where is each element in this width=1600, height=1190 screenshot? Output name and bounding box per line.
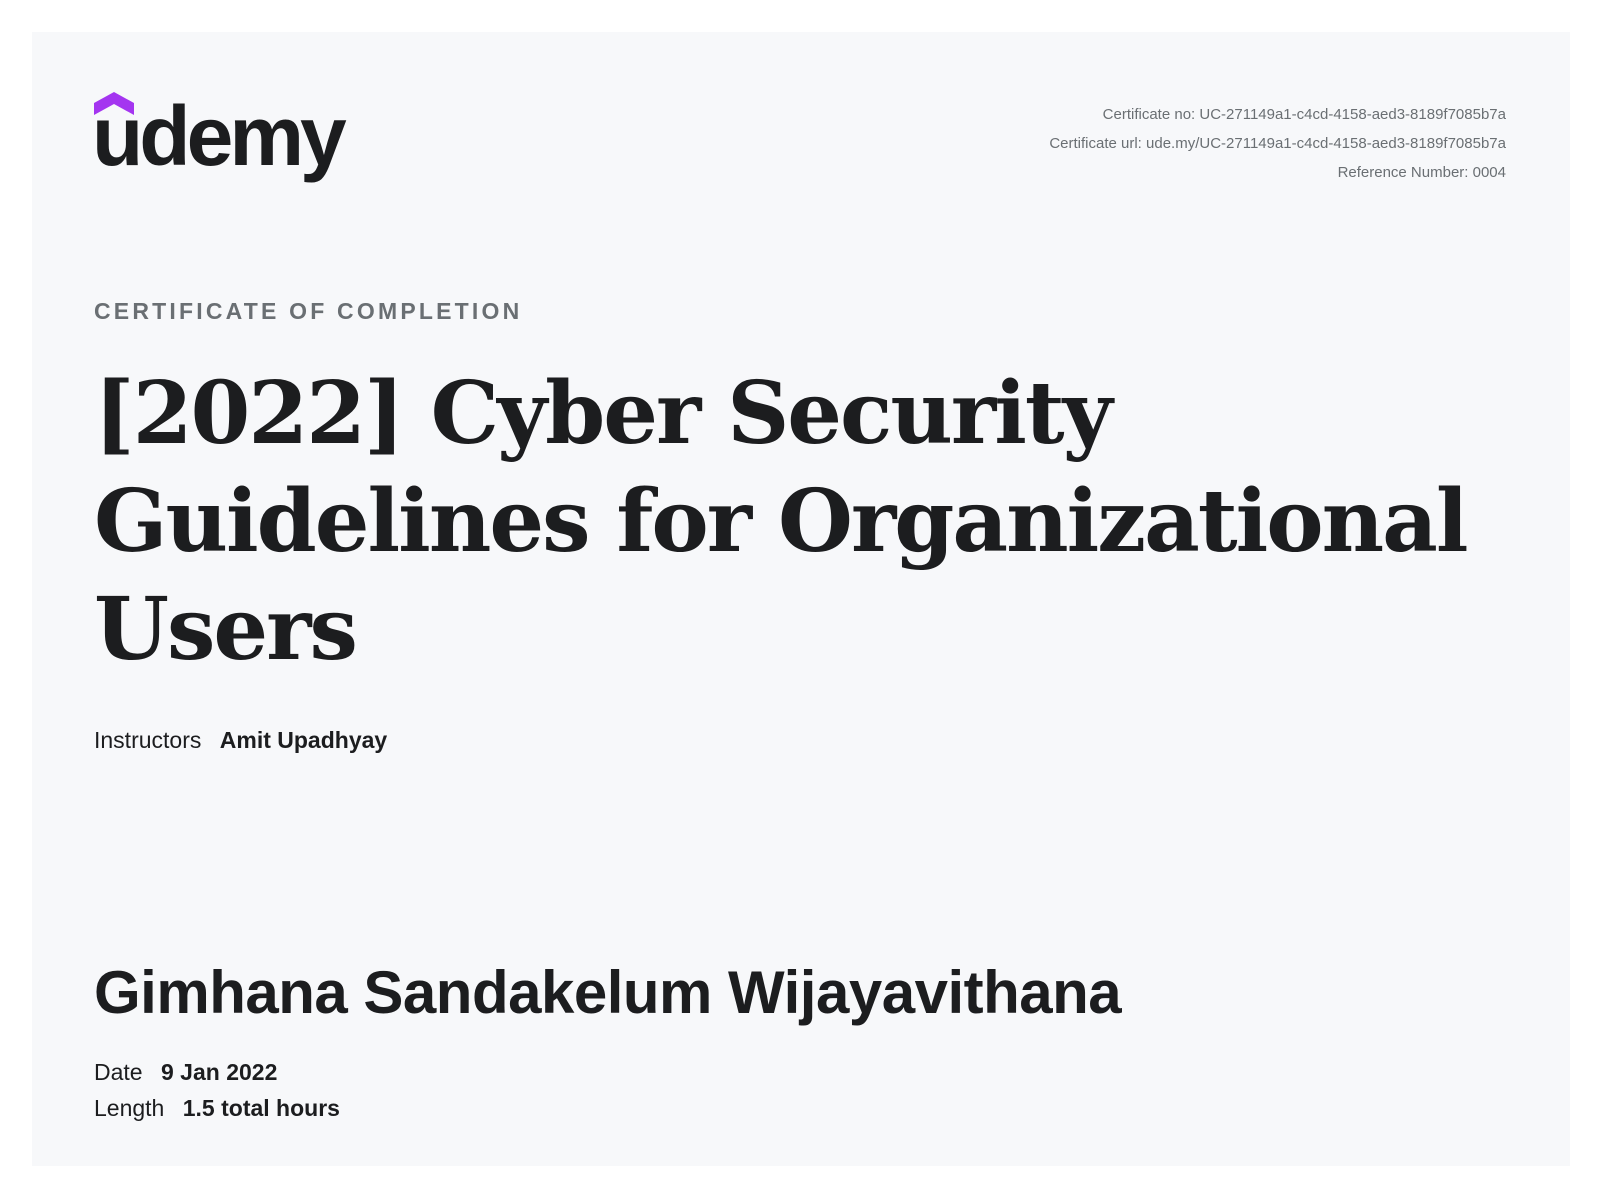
instructors-row: Instructors Amit Upadhyay [94,727,387,754]
length-label: Length [94,1095,165,1121]
course-facts: Date 9 Jan 2022 Length 1.5 total hours [94,1054,340,1126]
logo-wordmark: udemy [92,89,347,183]
date-label: Date [94,1059,143,1085]
instructor-name: Amit Upadhyay [219,727,388,753]
certificate: udemy Certificate no: UC-271149a1-c4cd-4… [32,32,1570,1166]
course-title-line: [2022] Cyber Security [94,363,1113,464]
reference-number: Reference Number: 0004 [1337,164,1506,181]
certificate-heading: CERTIFICATE OF COMPLETION [94,298,523,324]
course-title: [2022] Cyber Security Guidelines for Org… [94,360,1494,684]
date-row: Date 9 Jan 2022 [94,1054,340,1090]
udemy-logo: udemy [92,89,364,198]
recipient-name: Gimhana Sandakelum Wijayavithana [94,959,1122,1026]
length-value: 1.5 total hours [182,1095,340,1121]
course-title-line: Guidelines for Organizational [94,471,1469,572]
instructors-label: Instructors [94,727,202,753]
certificate-url[interactable]: Certificate url: ude.my/UC-271149a1-c4cd… [1049,129,1506,158]
course-title-line: Users [94,579,358,680]
length-row: Length 1.5 total hours [94,1090,340,1126]
certificate-meta: Certificate no: UC-271149a1-c4cd-4158-ae… [1049,100,1506,187]
date-value: 9 Jan 2022 [160,1059,278,1085]
certificate-number: Certificate no: UC-271149a1-c4cd-4158-ae… [1102,106,1506,123]
